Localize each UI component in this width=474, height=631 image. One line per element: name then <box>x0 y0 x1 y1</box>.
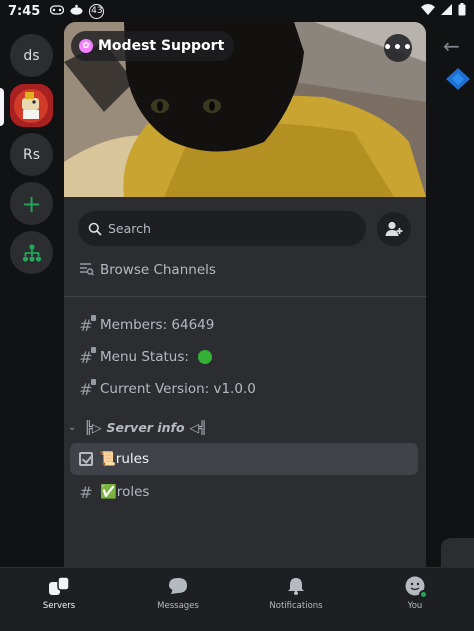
search-placeholder: Search <box>108 221 151 236</box>
selected-server-indicator <box>0 88 4 126</box>
channel-label: ✅roles <box>100 484 150 500</box>
bell-icon <box>285 576 307 596</box>
boost-icon: ✿ <box>79 39 93 53</box>
green-status-emoji <box>197 350 212 364</box>
chat-peek[interactable] <box>432 22 474 567</box>
category-server-info[interactable]: ⌄ ╠▷ Server info ◁╣ <box>68 417 207 437</box>
channel-list-panel: ✿ Modest Support ••• Search Browse Chann… <box>64 22 426 567</box>
category-name: Server info <box>106 419 185 435</box>
server-icon-modest-support[interactable] <box>10 84 53 127</box>
peek-message-preview <box>441 538 474 567</box>
server-icon-rs[interactable]: Rs <box>10 133 53 176</box>
chevron-down-icon: ⌄ <box>68 421 77 433</box>
server-name-button[interactable]: ✿ Modest Support <box>71 31 235 61</box>
reddit-icon <box>70 4 83 18</box>
messages-icon <box>167 576 189 596</box>
channel-rules[interactable]: 📜rules <box>70 443 418 475</box>
search-icon <box>88 222 102 236</box>
search-bar[interactable]: Search <box>78 211 366 246</box>
add-server-button[interactable]: + <box>10 182 53 225</box>
nav-messages[interactable]: Messages <box>138 576 218 611</box>
divider <box>64 296 426 297</box>
clock: 7:45 <box>8 3 41 19</box>
server-more-button[interactable]: ••• <box>383 34 412 62</box>
discover-icon <box>22 243 41 262</box>
add-member-icon <box>385 221 403 236</box>
channel-menu-status[interactable]: # Menu Status: <box>78 346 212 368</box>
arrow-left-icon[interactable]: ← <box>443 34 460 58</box>
nav-notifications[interactable]: Notifications <box>256 576 336 611</box>
browse-channels-label: Browse Channels <box>100 262 216 278</box>
server-name: Modest Support <box>98 38 225 54</box>
server-initials: ds <box>23 47 40 64</box>
channel-label: Members: 64649 <box>100 317 215 333</box>
nav-servers[interactable]: Servers <box>19 576 99 611</box>
gamepad-icon <box>50 4 65 18</box>
browse-channels-icon <box>78 261 94 280</box>
channel-current-version[interactable]: # Current Version: v1.0.0 <box>78 378 256 400</box>
invite-members-button[interactable] <box>377 212 411 246</box>
signal-icon <box>441 3 452 19</box>
notification-count-badge: 43 <box>89 3 105 19</box>
nav-label: Servers <box>42 601 76 611</box>
nav-you[interactable]: You <box>375 576 455 611</box>
bottom-navigation: Servers Messages Notifications You <box>0 567 474 631</box>
channel-roles[interactable]: # ✅roles <box>78 481 149 503</box>
channel-label: 📜rules <box>99 451 150 467</box>
server-rail: ds Rs + <box>0 22 64 567</box>
locked-voice-channel-icon: # <box>78 314 96 335</box>
peek-app-logo-icon <box>446 68 470 90</box>
server-icon-ds[interactable]: ds <box>10 34 53 77</box>
server-banner: ✿ Modest Support ••• <box>64 22 426 197</box>
locked-voice-channel-icon: # <box>78 378 96 399</box>
category-prefix: ╠▷ <box>84 419 102 435</box>
server-initials: Rs <box>22 146 41 163</box>
channel-label: Current Version: v1.0.0 <box>100 381 256 397</box>
channel-label: Menu Status: <box>100 349 189 365</box>
plus-icon: + <box>21 189 42 218</box>
server-avatar-image <box>10 84 53 127</box>
status-bar: 7:45 43 <box>0 0 474 22</box>
channel-members[interactable]: # Members: 64649 <box>78 314 214 336</box>
battery-icon <box>458 2 466 20</box>
online-status-indicator <box>419 590 428 599</box>
nav-label: Notifications <box>269 601 323 611</box>
discover-servers-button[interactable] <box>10 231 53 274</box>
rules-channel-icon <box>79 452 93 466</box>
category-suffix: ◁╣ <box>189 419 207 435</box>
locked-voice-channel-icon: # <box>78 346 96 367</box>
nav-label: Messages <box>157 601 199 611</box>
text-channel-icon: # <box>79 482 93 502</box>
browse-channels-row[interactable]: Browse Channels <box>78 259 216 281</box>
nav-label: You <box>407 601 423 611</box>
servers-icon <box>48 576 70 596</box>
wifi-icon <box>421 3 435 19</box>
